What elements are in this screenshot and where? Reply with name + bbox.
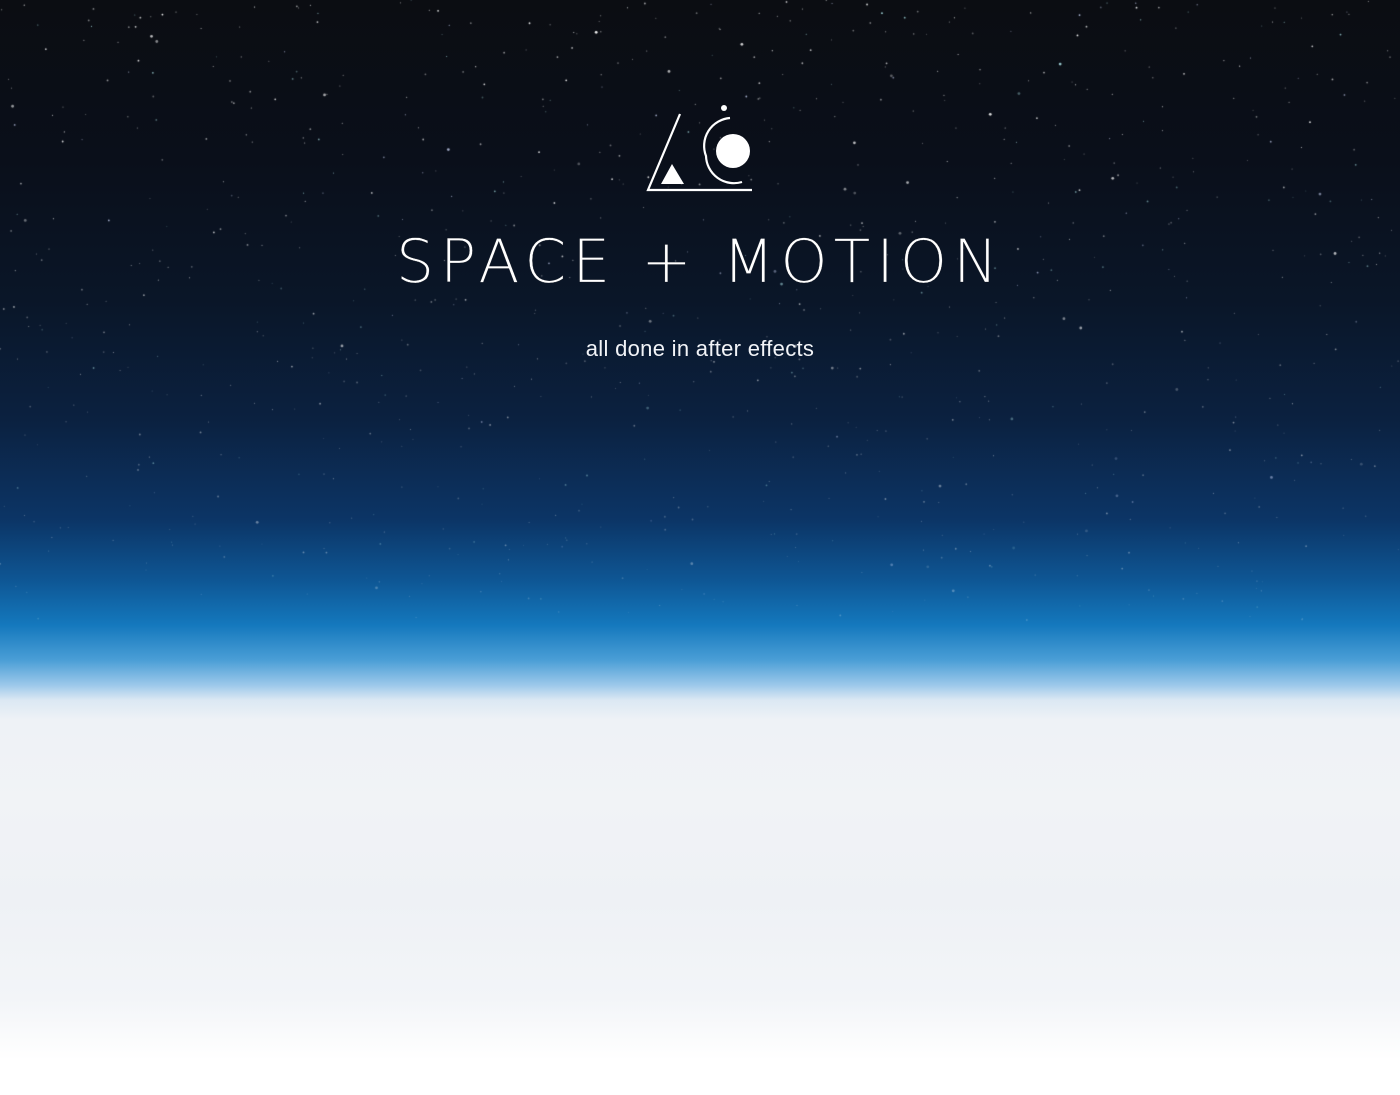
hero-scene: SPACE + MOTION all done in after effects	[0, 0, 1400, 1095]
triangle-circle-orbit-logo-icon	[646, 105, 752, 192]
page-subtitle: all done in after effects	[585, 336, 815, 361]
cloud-layer	[0, 690, 1400, 1095]
page-title: SPACE + MOTION	[395, 227, 1005, 297]
